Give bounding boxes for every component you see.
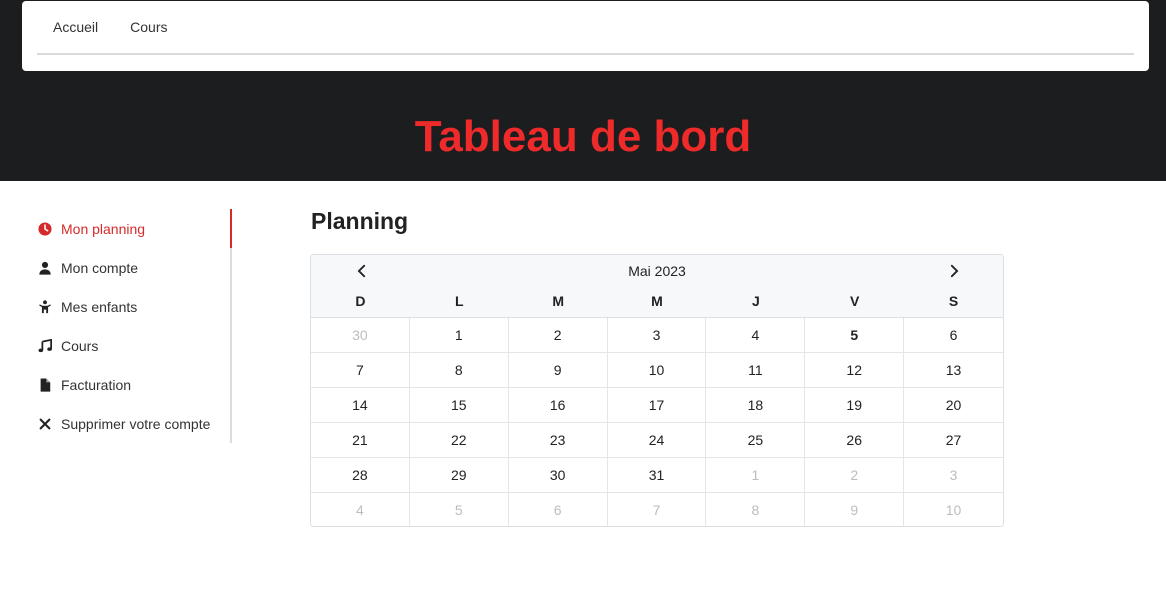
calendar-day[interactable]: 20 [904,388,1003,423]
sidebar-item-label: Mes enfants [61,298,138,315]
calendar-day[interactable]: 17 [607,388,707,423]
calendar-day[interactable]: 30 [508,458,608,493]
calendar-day[interactable]: 7 [311,353,410,388]
calendar-day[interactable]: 10 [607,353,707,388]
calendar: Mai 2023 D L M M J V S 30 1 2 3 4 5 6 7 8 9 10 11 12… [310,254,1004,527]
calendar-day[interactable]: 11 [706,353,806,388]
calendar-day[interactable]: 1 [706,458,806,493]
weekday-label: S [948,293,959,309]
calendar-day[interactable]: 9 [805,493,905,526]
calendar-day[interactable]: 5 [410,493,509,526]
calendar-day[interactable]: 6 [904,318,1003,353]
chevron-right-icon [950,264,959,278]
sidebar-active-indicator [230,209,232,248]
calendar-header: Mai 2023 D L M M J V S [311,255,1003,318]
calendar-day[interactable]: 12 [805,353,905,388]
clock-icon [38,221,52,236]
calendar-day[interactable]: 31 [607,458,707,493]
user-icon [38,261,52,275]
planning-title: Planning [311,208,409,234]
calendar-day[interactable]: 2 [508,318,608,353]
calendar-day[interactable]: 10 [904,493,1003,526]
calendar-weekdays: D L M M J V S [311,293,1003,309]
weekday-label: D [355,293,366,309]
file-icon [38,377,52,392]
calendar-day[interactable]: 8 [409,353,509,388]
calendar-day[interactable]: 13 [904,353,1003,388]
calendar-day[interactable]: 23 [508,423,608,458]
sidebar-item-label: Facturation [61,376,132,393]
calendar-day[interactable]: 19 [805,388,905,423]
sidebar-item-label: Mon planning [61,220,146,237]
sidebar: Mon planning Mon compte Mes enfants Cour… [38,209,232,443]
nav-link-accueil[interactable]: Accueil [37,19,114,35]
calendar-day[interactable]: 1 [409,318,509,353]
calendar-day[interactable]: 5 [805,318,905,353]
calendar-day[interactable]: 27 [904,423,1003,458]
calendar-day[interactable]: 24 [607,423,707,458]
calendar-day[interactable]: 16 [508,388,608,423]
calendar-day[interactable]: 7 [608,493,707,526]
weekday-label: M [552,293,564,309]
sidebar-item-label: Supprimer votre compte [61,415,211,432]
music-icon [38,338,52,353]
calendar-day[interactable]: 28 [311,458,410,493]
sidebar-item-facturation[interactable]: Facturation [38,365,230,404]
weekday-label: M [651,293,663,309]
page-title: Tableau de bord [414,112,752,161]
sidebar-item-mes-enfants[interactable]: Mes enfants [38,287,230,326]
sidebar-item-mon-compte[interactable]: Mon compte [38,248,230,287]
sidebar-item-supprimer-compte[interactable]: Supprimer votre compte [38,404,230,443]
next-month-button[interactable] [945,262,963,280]
nav-link-cours[interactable]: Cours [114,19,183,35]
weekday-label: J [751,293,760,309]
sidebar-item-cours[interactable]: Cours [38,326,230,365]
calendar-day[interactable]: 4 [706,318,806,353]
nav-links: Accueil Cours [37,1,1134,55]
calendar-day[interactable]: 9 [508,353,608,388]
weekday-label: L [455,293,464,309]
calendar-day[interactable]: 21 [311,423,410,458]
calendar-day[interactable]: 2 [805,458,905,493]
calendar-day[interactable]: 8 [706,493,806,526]
calendar-day[interactable]: 18 [706,388,806,423]
calendar-day[interactable]: 14 [311,388,410,423]
sidebar-item-mon-planning[interactable]: Mon planning [38,209,230,248]
header: Accueil Cours Tableau de bord [0,0,1166,181]
navbar: Accueil Cours [22,1,1149,71]
calendar-day[interactable]: 3 [904,458,1003,493]
calendar-day[interactable]: 6 [509,493,608,526]
calendar-day[interactable]: 4 [311,493,410,526]
close-icon [38,417,52,431]
calendar-day[interactable]: 3 [607,318,707,353]
sidebar-item-label: Mon compte [61,259,139,276]
calendar-grid: 30 1 2 3 4 5 6 7 8 9 10 11 12 13 14 15 16 17 18 19 20 21 22 23 2… [311,318,1003,526]
child-icon [38,299,52,314]
calendar-day[interactable]: 29 [409,458,509,493]
calendar-day[interactable]: 22 [409,423,509,458]
calendar-day[interactable]: 25 [706,423,806,458]
calendar-month-label: Mai 2023 [628,263,686,279]
calendar-day[interactable]: 15 [409,388,509,423]
calendar-day[interactable]: 26 [805,423,905,458]
calendar-day[interactable]: 30 [311,318,410,353]
weekday-label: V [850,293,860,309]
sidebar-item-label: Cours [61,337,99,354]
